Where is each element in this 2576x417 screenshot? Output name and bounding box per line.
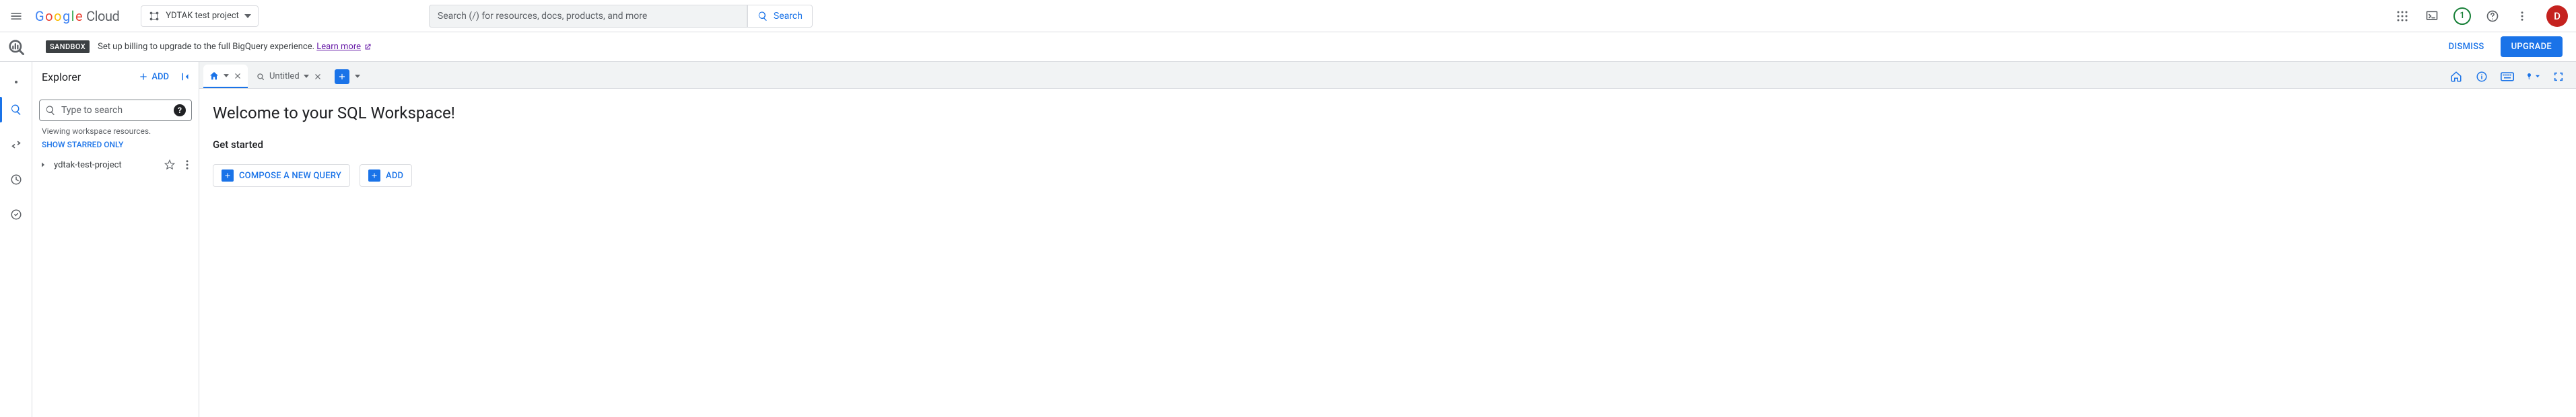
tab-label: Untitled xyxy=(269,71,300,81)
search-input[interactable]: Search (/) for resources, docs, products… xyxy=(429,5,747,28)
close-icon[interactable] xyxy=(233,71,242,81)
help-icon[interactable] xyxy=(2484,8,2501,24)
rail-scheduled-queries-icon[interactable] xyxy=(0,169,32,190)
fullscreen-icon[interactable] xyxy=(2552,70,2565,83)
plus-icon xyxy=(222,169,234,182)
tab-home[interactable] xyxy=(203,65,248,88)
tab-untitled[interactable]: Untitled xyxy=(250,65,328,88)
explorer-subtext: Viewing workspace resources. xyxy=(32,125,199,137)
explorer-search-input[interactable]: Type to search ? xyxy=(39,100,192,121)
row-more-icon[interactable] xyxy=(181,159,193,171)
project-node-label: ydtak-test-project xyxy=(53,160,158,170)
tab-bar: Untitled xyxy=(199,62,2576,89)
collapse-panel-icon[interactable] xyxy=(177,69,193,85)
dropdown-icon xyxy=(244,14,251,18)
search-icon xyxy=(45,105,56,116)
welcome-add-button[interactable]: ADD xyxy=(360,164,412,187)
left-rail xyxy=(0,62,32,417)
search-placeholder: Search (/) for resources, docs, products… xyxy=(438,11,647,22)
dropdown-icon[interactable] xyxy=(224,74,229,77)
query-icon xyxy=(256,72,265,81)
welcome-title: Welcome to your SQL Workspace! xyxy=(213,104,2563,122)
project-picker[interactable]: YDTAK test project xyxy=(141,5,259,27)
new-query-button[interactable] xyxy=(335,69,349,84)
star-icon[interactable] xyxy=(164,159,176,171)
main-panel: Untitled xyxy=(199,62,2576,417)
learn-more-link[interactable]: Learn more xyxy=(316,42,372,52)
nav-menu-button[interactable] xyxy=(8,8,24,24)
info-icon[interactable] xyxy=(2475,70,2488,83)
welcome-section: Welcome to your SQL Workspace! Get start… xyxy=(199,89,2576,202)
close-icon[interactable] xyxy=(313,72,323,81)
cloud-shell-icon[interactable] xyxy=(2424,8,2440,24)
home-icon xyxy=(209,71,219,81)
dropdown-icon xyxy=(355,75,360,78)
search-help-icon[interactable]: ? xyxy=(174,104,186,116)
bigquery-logo-icon[interactable] xyxy=(7,38,26,56)
rail-sql-workspace-icon[interactable] xyxy=(0,100,32,120)
dropdown-icon xyxy=(2536,75,2540,78)
project-name: YDTAK test project xyxy=(166,11,239,21)
upgrade-button[interactable]: UPGRADE xyxy=(2501,36,2563,57)
notification-count: 1 xyxy=(2460,11,2464,21)
sandbox-banner: SANDBOX Set up billing to upgrade to the… xyxy=(0,32,2576,62)
rail-data-transfers-icon[interactable] xyxy=(0,135,32,155)
tabbar-actions xyxy=(2449,65,2571,88)
search-container: Search (/) for resources, docs, products… xyxy=(429,5,813,28)
project-icon xyxy=(148,10,160,22)
sandbox-chip: SANDBOX xyxy=(46,40,90,53)
explorer-title: Explorer xyxy=(42,71,130,83)
explorer-header: Explorer ADD xyxy=(32,62,199,91)
show-starred-link[interactable]: SHOW STARRED ONLY xyxy=(32,137,199,156)
banner-message: Set up billing to upgrade to the full Bi… xyxy=(98,42,372,52)
dismiss-button[interactable]: DISMISS xyxy=(2441,42,2493,52)
more-options-icon[interactable] xyxy=(2514,8,2530,24)
workspace-body: Explorer ADD Type to search ? Viewing wo… xyxy=(0,62,2576,417)
account-avatar[interactable]: D xyxy=(2546,5,2568,27)
dropdown-icon[interactable] xyxy=(304,75,309,78)
cloud-word: Cloud xyxy=(86,8,119,24)
avatar-initial: D xyxy=(2554,10,2561,22)
rail-capacity-icon[interactable] xyxy=(0,204,32,225)
get-started-heading: Get started xyxy=(213,139,2563,151)
header-utilities: 1 D xyxy=(2394,5,2568,27)
shortcut-icon[interactable] xyxy=(2501,70,2514,83)
plus-icon xyxy=(368,169,380,182)
compose-query-button[interactable]: COMPOSE A NEW QUERY xyxy=(213,164,350,187)
project-tree-row[interactable]: ydtak-test-project xyxy=(32,156,199,174)
search-button-label: Search xyxy=(774,11,803,22)
apps-icon[interactable] xyxy=(2394,8,2410,24)
rail-indicator-dot xyxy=(15,81,18,83)
explorer-panel: Explorer ADD Type to search ? Viewing wo… xyxy=(32,62,199,417)
search-icon xyxy=(757,11,768,22)
google-cloud-logo[interactable]: Google Cloud xyxy=(35,8,119,24)
workspace-home-icon[interactable] xyxy=(2449,70,2463,83)
search-button[interactable]: Search xyxy=(747,5,813,28)
external-link-icon xyxy=(364,43,372,51)
expand-icon[interactable] xyxy=(39,161,47,169)
explorer-add-button[interactable]: ADD xyxy=(135,69,172,85)
explorer-search-placeholder: Type to search xyxy=(61,105,168,116)
welcome-actions: COMPOSE A NEW QUERY ADD xyxy=(213,164,2563,187)
notifications-badge[interactable]: 1 xyxy=(2453,7,2471,25)
new-query-dropdown[interactable] xyxy=(352,65,363,88)
features-icon[interactable] xyxy=(2526,70,2540,83)
global-header: Google Cloud YDTAK test project Search (… xyxy=(0,0,2576,32)
